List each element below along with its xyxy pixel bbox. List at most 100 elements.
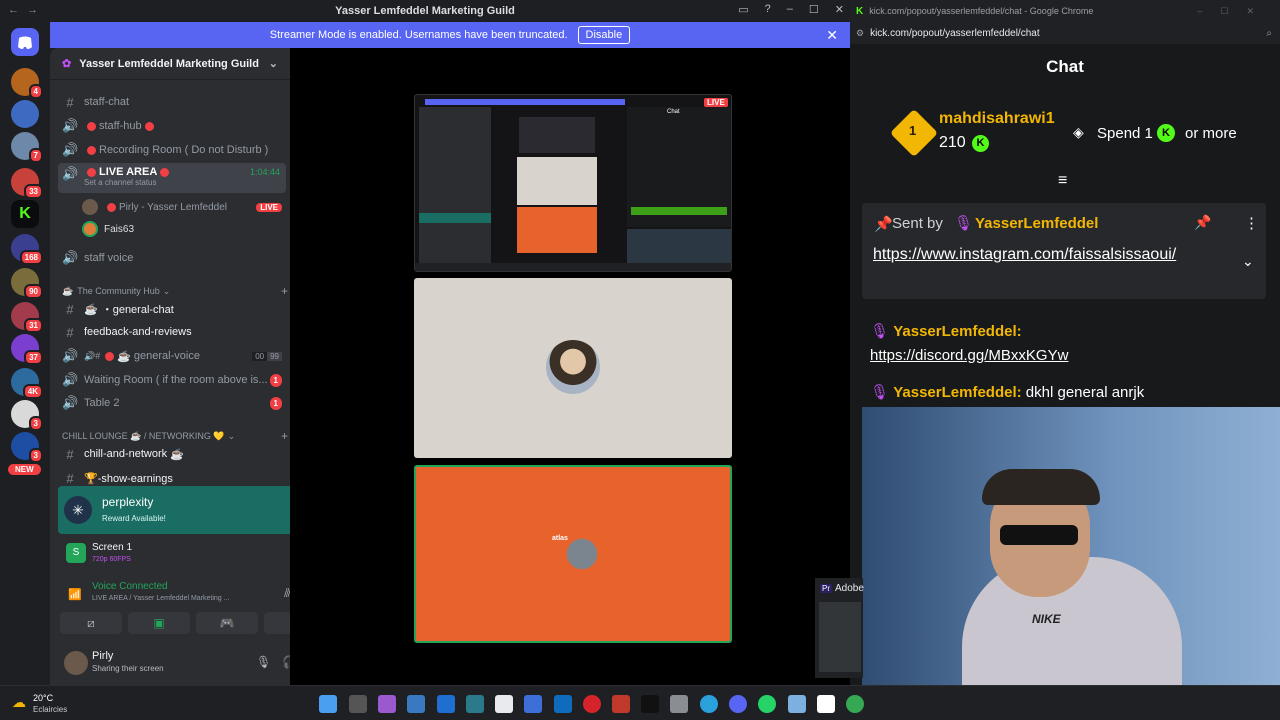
server-icon[interactable]: 4K bbox=[11, 368, 43, 399]
app-icon[interactable] bbox=[670, 695, 688, 713]
chrome-window-controls[interactable]: –☐✕ bbox=[1197, 6, 1272, 17]
app-icon[interactable] bbox=[378, 695, 396, 713]
top-supporter-row[interactable]: 1 mahdisahrawi1 210 K ◈ Spend 1 K or mor… bbox=[889, 108, 1265, 158]
channel-staff-hub[interactable]: 🔊 staff-hub bbox=[58, 115, 286, 137]
minimize-icon[interactable]: – bbox=[787, 3, 793, 16]
channel-chill-and-network[interactable]: # chill-and-network ☕ bbox=[58, 443, 286, 465]
camera-off-icon[interactable]: ⧄ bbox=[60, 612, 122, 634]
category-community-hub[interactable]: ☕ The Community Hub ⌄ + bbox=[62, 284, 288, 298]
app-icon[interactable] bbox=[407, 695, 425, 713]
pin-action-icon[interactable]: 📌 bbox=[1194, 214, 1211, 231]
user-badge-icon: 🎙 bbox=[870, 323, 890, 340]
url-text[interactable]: kick.com/popout/yasserlemfeddel/chat bbox=[870, 28, 1040, 39]
user-count: 00 bbox=[252, 351, 268, 361]
channel-staff-voice[interactable]: 🔊 staff voice bbox=[58, 247, 286, 269]
stream-tile-user[interactable] bbox=[414, 278, 732, 458]
channel-feedback-and-reviews[interactable]: # feedback-and-reviews bbox=[58, 321, 286, 343]
live-user-fais63[interactable]: Fais63 bbox=[82, 220, 282, 238]
server-icon[interactable]: 90 bbox=[11, 268, 43, 299]
more-options-icon[interactable]: ⋮ bbox=[1244, 214, 1259, 232]
chrome-addressbar[interactable]: ⚙ kick.com/popout/yasserlemfeddel/chat ⌕ bbox=[850, 22, 1280, 44]
pinned-user: YasserLemfeddel bbox=[975, 215, 1099, 232]
activity-icon[interactable]: 🎮 bbox=[196, 612, 258, 634]
server-rail: 4 7 33 K 168 90 31 37 4K 3 3 NEW bbox=[0, 22, 50, 685]
server-icon[interactable]: 4 bbox=[11, 68, 43, 99]
adobe-taskbar-preview[interactable]: Pr Adobe bbox=[815, 578, 864, 678]
tiktok-icon[interactable] bbox=[641, 695, 659, 713]
chevron-down-icon[interactable]: ⌄ bbox=[1242, 253, 1254, 270]
channel-live-area[interactable]: 🔊 LIVE AREA 1:04:44 Set a channel status bbox=[58, 163, 286, 193]
channel-waiting-room[interactable]: 🔊 Waiting Room ( if the room above is... 1 bbox=[58, 369, 286, 391]
server-icon[interactable]: 7 bbox=[11, 132, 43, 163]
thumb-tile bbox=[517, 157, 597, 205]
channel-table-2[interactable]: 🔊 Table 21 bbox=[58, 392, 286, 414]
signal-icon[interactable]: 📶 bbox=[68, 588, 82, 601]
pinned-message[interactable]: 📌 Sent by 🎙 YasserLemfeddel 📌 ⋮ https://… bbox=[862, 203, 1266, 299]
app-icon[interactable] bbox=[466, 695, 484, 713]
server-icon[interactable]: 3 bbox=[11, 400, 43, 431]
channel-staff-chat[interactable]: # staff-chat bbox=[58, 91, 286, 113]
close-icon[interactable]: ✕ bbox=[835, 3, 844, 16]
chat-link[interactable]: https://discord.gg/MBxxKGYw bbox=[870, 347, 1068, 364]
guild-header[interactable]: ✿ Yasser Lemfeddel Marketing Guild ⌄ bbox=[50, 48, 290, 80]
weather-text: Eclaircies bbox=[33, 705, 68, 714]
stream-tile-screen[interactable]: Chat LIVE bbox=[414, 94, 732, 272]
avatar[interactable] bbox=[64, 651, 88, 675]
screen-share-icon[interactable]: ▣ bbox=[128, 612, 190, 634]
guild-icon: ✿ bbox=[62, 58, 72, 70]
add-channel-icon[interactable]: + bbox=[281, 284, 288, 298]
channel-recording-room[interactable]: 🔊 Recording Room ( Do not Disturb ) bbox=[58, 139, 286, 161]
server-icon[interactable] bbox=[11, 100, 39, 128]
photos-icon[interactable] bbox=[788, 695, 806, 713]
server-icon[interactable]: 33 bbox=[11, 168, 43, 199]
screen-icon: S bbox=[66, 543, 86, 563]
kick-server-icon[interactable]: K bbox=[11, 200, 39, 228]
server-icon[interactable]: 31 bbox=[11, 302, 43, 333]
outlook-icon[interactable] bbox=[554, 695, 572, 713]
channel-status[interactable]: Set a channel status bbox=[84, 178, 286, 187]
opera-icon[interactable] bbox=[583, 695, 601, 713]
disable-button[interactable]: Disable bbox=[577, 26, 631, 44]
coffee-icon: ☕ bbox=[84, 303, 98, 316]
chat-username[interactable]: YasserLemfeddel bbox=[893, 323, 1016, 340]
add-channel-icon[interactable]: + bbox=[281, 429, 288, 443]
server-icon[interactable]: 37 bbox=[11, 334, 43, 365]
guild-name: Yasser Lemfeddel Marketing Guild bbox=[79, 57, 259, 70]
live-user-pirly[interactable]: Pirly - Yasser Lemfeddel LIVE bbox=[82, 198, 282, 216]
discord-taskbar-icon[interactable] bbox=[729, 695, 747, 713]
inbox-icon[interactable]: ▭ bbox=[738, 3, 748, 16]
pinned-link[interactable]: https://www.instagram.com/faissalsissaou… bbox=[873, 243, 1223, 267]
sent-by-label: Sent by bbox=[892, 215, 943, 232]
notion-icon[interactable] bbox=[817, 695, 835, 713]
windows-start-icon[interactable] bbox=[319, 695, 337, 713]
server-icon[interactable]: 168 bbox=[11, 234, 43, 265]
microphone-icon[interactable]: 🎙 bbox=[256, 655, 271, 669]
stream-tile-orange[interactable]: atlas bbox=[414, 465, 732, 643]
thumb-banner bbox=[425, 99, 625, 105]
site-settings-icon[interactable]: ⚙ bbox=[856, 28, 864, 39]
collapse-icon[interactable]: ≡ bbox=[1058, 172, 1067, 190]
mention-badge: 1 bbox=[269, 373, 282, 387]
app-icon[interactable] bbox=[612, 695, 630, 713]
red-dot-icon bbox=[107, 202, 116, 212]
voice-channel-path[interactable]: LIVE AREA / Yasser Lemfeddel Marketing .… bbox=[92, 595, 229, 602]
store-icon[interactable] bbox=[524, 695, 542, 713]
category-chill-lounge[interactable]: CHILL LOUNGE ☕ / NETWORKING 💛 ⌄ + bbox=[62, 429, 288, 443]
chat-username[interactable]: YasserLemfeddel bbox=[893, 384, 1016, 401]
help-icon[interactable]: ? bbox=[765, 3, 771, 16]
zoom-icon[interactable]: ⌕ bbox=[1266, 28, 1272, 39]
channel-general-chat[interactable]: # ☕ ・general-chat bbox=[58, 298, 286, 320]
discord-home-icon[interactable] bbox=[11, 28, 39, 56]
channel-general-voice[interactable]: 🔊 🔊# ☕ general-voice 00 99 bbox=[58, 345, 286, 367]
task-view-icon[interactable] bbox=[349, 695, 367, 713]
telegram-icon[interactable] bbox=[700, 695, 718, 713]
whatsapp-icon[interactable] bbox=[758, 695, 776, 713]
chrome-icon[interactable] bbox=[846, 695, 864, 713]
maximize-icon[interactable]: ☐ bbox=[809, 3, 819, 16]
app-icon[interactable] bbox=[437, 695, 455, 713]
weather-icon[interactable]: ☁ bbox=[12, 694, 26, 711]
close-banner-icon[interactable]: ✕ bbox=[826, 27, 838, 44]
app-icon[interactable] bbox=[495, 695, 513, 713]
server-icon[interactable]: 3 bbox=[11, 432, 43, 463]
window-controls[interactable]: ▭ ? – ☐ ✕ bbox=[738, 3, 844, 16]
